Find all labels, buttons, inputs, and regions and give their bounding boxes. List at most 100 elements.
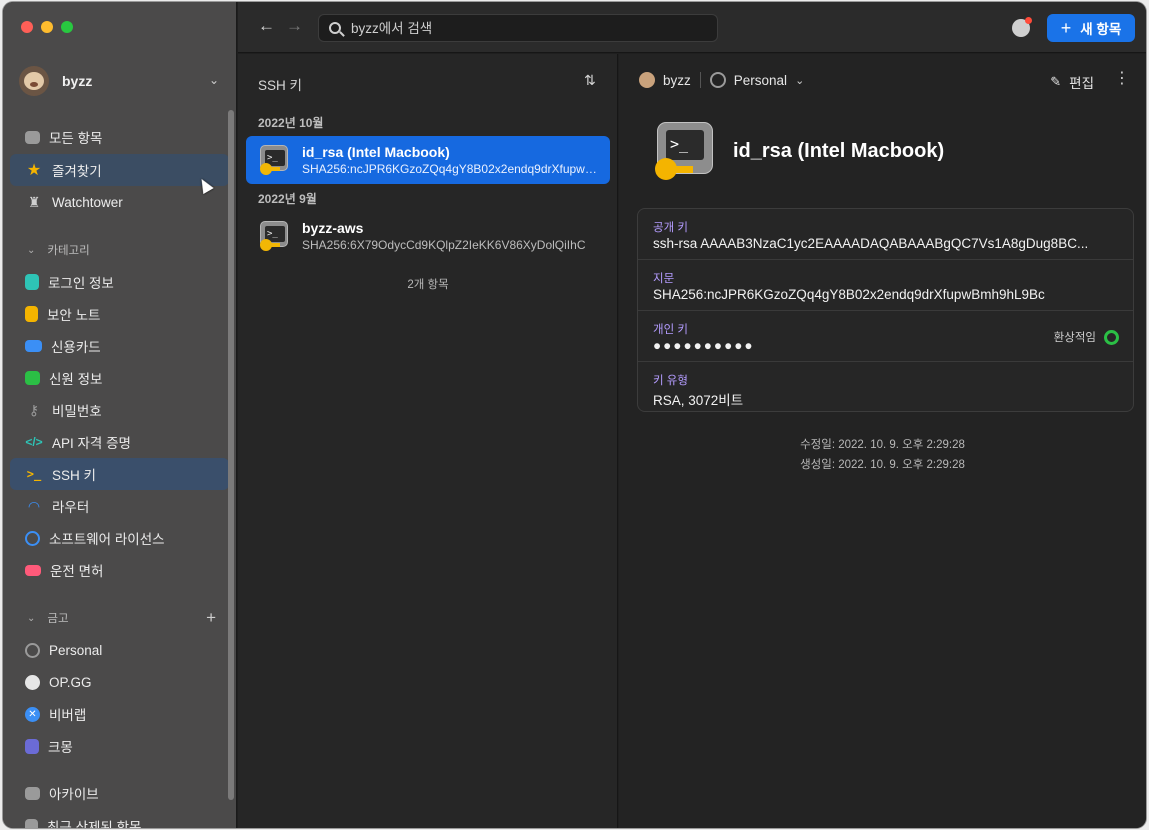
trash-icon [25, 818, 38, 828]
search-input[interactable] [351, 20, 701, 36]
sidebar-item-label: 모든 항목 [49, 131, 103, 146]
search-icon [329, 22, 341, 34]
created-date: 생성일: 2022. 10. 9. 오후 2:29:28 [800, 459, 965, 471]
sort-icon[interactable]: ⇅ [584, 72, 596, 89]
account-avatar [639, 72, 655, 88]
add-vault-button[interactable]: + [206, 608, 216, 628]
edit-button[interactable]: ✎ 편집 [1050, 72, 1094, 92]
sidebar-item-logins[interactable]: 로그인 정보 [10, 266, 229, 298]
archive-icon [25, 786, 40, 800]
window-controls [21, 21, 73, 33]
minimize-window-button[interactable] [41, 21, 53, 33]
chevron-down-icon: ⌄ [208, 73, 219, 87]
strength-indicator: 환상적임 [1054, 329, 1119, 345]
sidebar-item-software-licenses[interactable]: 소프트웨어 라이선스 [10, 522, 229, 554]
list-item[interactable]: byzz-aws SHA256:6X79OdycCd9KQlpZ2IeKK6V8… [246, 212, 610, 260]
list-item[interactable]: id_rsa (Intel Macbook) SHA256:ncJPR6KGzo… [246, 136, 610, 184]
license-icon [25, 530, 40, 546]
field-private-key[interactable]: 개인 키 ●●●●●●●●●● 환상적임 [638, 311, 1133, 362]
sidebar-item-vault-kmong[interactable]: 크몽 [10, 730, 229, 762]
wifi-icon: ◠ [27, 497, 41, 514]
item-fields-card: 공개 키 ssh-rsa AAAAB3NzaC1yc2EAAAADAQABAAA… [637, 208, 1134, 412]
watchtower-icon: ♜ [27, 193, 41, 210]
categories-header[interactable]: ⌄ 카테고리 [27, 242, 90, 258]
app-window: byzz ⌄ 모든 항목 ★ 즐겨찾기 ♜ Watchtower ⌄ 카테고리 … [3, 2, 1146, 828]
key-icon [25, 274, 39, 290]
sidebar-item-label: 즐겨찾기 [52, 164, 102, 179]
list-item-subtitle: SHA256:ncJPR6KGzoZQq4gY8B02x2endq9drXfup… [302, 162, 597, 176]
field-public-key[interactable]: 공개 키 ssh-rsa AAAAB3NzaC1yc2EAAAADAQABAAA… [638, 209, 1133, 260]
vault-icon [25, 642, 40, 658]
kmong-icon [25, 738, 39, 754]
account-switcher[interactable]: byzz ⌄ [19, 64, 219, 98]
detail-vault-name: Personal [733, 72, 788, 88]
sidebar-item-vault-opgg[interactable]: OP.GG [10, 666, 229, 698]
more-options-icon[interactable]: ⋮ [1114, 71, 1130, 87]
sidebar-item-vault-personal[interactable]: Personal [10, 634, 229, 666]
close-window-button[interactable] [21, 21, 33, 33]
detail-account-name: byzz [663, 72, 691, 88]
list-group-header: 2022년 10월 [258, 116, 324, 130]
divider [699, 72, 701, 88]
chevron-down-icon: ⌄ [27, 244, 36, 256]
sidebar-item-recently-deleted[interactable]: 최근 삭제된 항목 [10, 810, 229, 828]
sidebar-item-identities[interactable]: 신원 정보 [10, 362, 229, 394]
modified-date: 수정일: 2022. 10. 9. 오후 2:29:28 [800, 439, 965, 451]
car-icon [25, 564, 41, 576]
ssh-key-icon [655, 120, 717, 182]
list-title: SSH 키 [258, 78, 302, 93]
new-item-button[interactable]: + 새 항목 [1047, 14, 1135, 42]
item-list-pane: SSH 키 ⇅ 2022년 10월 id_rsa (Intel Macbook)… [238, 54, 618, 828]
zoom-window-button[interactable] [61, 21, 73, 33]
vaults-header[interactable]: ⌄ 금고 [27, 610, 223, 626]
item-count: 2개 항목 [407, 279, 449, 291]
inbox-icon [25, 130, 40, 144]
tools-icon: ✕ [25, 706, 40, 722]
list-group-header: 2022년 9월 [258, 192, 317, 206]
chevron-down-icon: ⌄ [27, 612, 36, 624]
identity-icon [25, 371, 40, 385]
star-icon: ★ [26, 162, 42, 179]
sidebar-item-api-credentials[interactable]: </> API 자격 증명 [10, 426, 229, 458]
sidebar-item-archive[interactable]: 아카이브 [10, 777, 229, 809]
list-item-title: byzz-aws [302, 220, 364, 236]
sidebar-item-secure-notes[interactable]: 보안 노트 [10, 298, 229, 330]
ssh-key-icon [260, 145, 290, 175]
sidebar-item-ssh-keys[interactable]: >_ SSH 키 [10, 458, 229, 490]
credit-card-icon [25, 340, 42, 352]
back-arrow-icon[interactable]: ← [258, 16, 275, 36]
sidebar: byzz ⌄ 모든 항목 ★ 즐겨찾기 ♜ Watchtower ⌄ 카테고리 … [3, 2, 237, 828]
terminal-icon: >_ [26, 467, 42, 481]
toolbar: ← → + 새 항목 [238, 2, 1146, 53]
sidebar-item-passwords[interactable]: ⚷ 비밀번호 [10, 394, 229, 426]
forward-arrow-icon[interactable]: → [286, 16, 303, 36]
code-icon: </> [25, 435, 43, 449]
chevron-down-icon: ⌄ [795, 74, 805, 87]
sidebar-item-all-items[interactable]: 모든 항목 [10, 121, 229, 153]
list-item-subtitle: SHA256:6X79OdycCd9KQlpZ2IeKK6V86XyDolQiI… [302, 238, 586, 252]
account-name: byzz [62, 73, 93, 89]
search-bar[interactable] [318, 14, 718, 42]
pencil-icon: ✎ [1050, 74, 1062, 89]
item-location[interactable]: byzz Personal ⌄ [639, 72, 804, 88]
sidebar-item-drivers-licenses[interactable]: 운전 면허 [10, 554, 229, 586]
field-key-type[interactable]: 키 유형 RSA, 3072비트 [638, 362, 1133, 413]
list-item-title: id_rsa (Intel Macbook) [302, 144, 450, 160]
sidebar-scrollbar[interactable] [228, 110, 234, 800]
vault-icon [709, 72, 726, 88]
plus-icon: + [1060, 17, 1072, 38]
strength-ring-icon [1104, 329, 1119, 345]
note-icon [25, 306, 38, 322]
sidebar-item-credit-cards[interactable]: 신용카드 [10, 330, 229, 362]
notification-icon[interactable] [1012, 17, 1032, 37]
item-detail-pane: byzz Personal ⌄ ✎ 편집 ⋮ id_rsa (Intel Mac… [619, 54, 1146, 828]
sidebar-item-vault-beaverlab[interactable]: ✕ 비버랩 [10, 698, 229, 730]
sidebar-item-routers[interactable]: ◠ 라우터 [10, 490, 229, 522]
field-fingerprint[interactable]: 지문 SHA256:ncJPR6KGzoZQq4gY8B02x2endq9drX… [638, 260, 1133, 311]
sidebar-item-label: Watchtower [52, 194, 123, 210]
sidebar-item-watchtower[interactable]: ♜ Watchtower [10, 186, 229, 218]
item-title: id_rsa (Intel Macbook) [733, 140, 945, 162]
account-avatar [19, 66, 49, 96]
ssh-key-icon [260, 221, 290, 251]
password-icon: ⚷ [28, 401, 40, 418]
